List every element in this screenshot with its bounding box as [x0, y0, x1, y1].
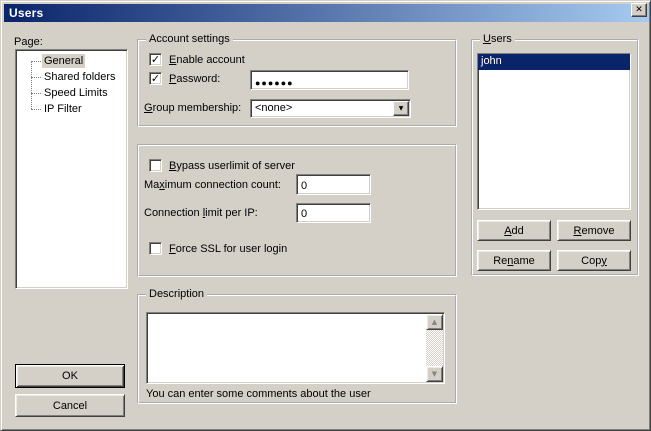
- users-group: Users john Add Remove Rename Copy: [471, 39, 639, 276]
- scroll-down-button[interactable]: ▼: [426, 366, 443, 382]
- description-title: Description: [146, 288, 207, 300]
- rename-button-label: Rename: [493, 255, 535, 267]
- group-membership-value: <none>: [251, 100, 392, 117]
- tree-item-speed-limits[interactable]: Speed Limits: [16, 85, 127, 101]
- users-dialog: Users ✕ Page: General Shared folders Spe…: [0, 0, 651, 431]
- enable-account-checkbox[interactable]: ✓: [149, 53, 162, 66]
- chevron-down-icon[interactable]: ▼: [393, 101, 409, 116]
- list-item-john[interactable]: john: [478, 54, 630, 70]
- cancel-button[interactable]: Cancel: [15, 394, 125, 417]
- titlebar: Users: [4, 4, 649, 22]
- checkmark-icon: ✓: [151, 73, 160, 84]
- tree-item-general[interactable]: General: [16, 53, 127, 69]
- page-tree: General Shared folders Speed Limits IP F…: [15, 49, 128, 289]
- enable-account-label: Enable account: [169, 54, 245, 66]
- ok-button[interactable]: OK: [15, 364, 125, 388]
- page-label: Page:: [14, 36, 43, 48]
- users-group-title: Users: [480, 33, 515, 45]
- tree-stub-icon: [31, 77, 41, 78]
- group-membership-label: Group membership:: [144, 102, 241, 114]
- users-listbox[interactable]: john: [477, 53, 631, 210]
- tree-item-label: Shared folders: [42, 70, 118, 84]
- group-membership-select[interactable]: <none> ▼: [250, 99, 411, 118]
- connection-limits-group: Bypass userlimit of server Maximum conne…: [137, 144, 457, 277]
- connection-per-ip-input[interactable]: [296, 203, 371, 223]
- copy-button-label: Copy: [581, 255, 607, 267]
- description-scrollbar[interactable]: ▲ ▼: [426, 314, 443, 382]
- tree-item-shared-folders[interactable]: Shared folders: [16, 69, 127, 85]
- remove-button[interactable]: Remove: [557, 220, 631, 241]
- window-title: Users: [4, 6, 43, 20]
- description-group: Description ▲ ▼ You can enter some comme…: [137, 294, 457, 404]
- tree-item-ip-filter[interactable]: IP Filter: [16, 101, 127, 117]
- copy-button[interactable]: Copy: [557, 250, 631, 271]
- password-checkbox[interactable]: ✓: [149, 72, 162, 85]
- scroll-up-button[interactable]: ▲: [426, 314, 443, 330]
- tree-stub-icon: [31, 93, 41, 94]
- add-button-label: Add: [504, 225, 524, 237]
- tree-item-label: Speed Limits: [42, 86, 110, 100]
- close-icon: ✕: [635, 5, 643, 15]
- add-button[interactable]: Add: [477, 220, 551, 241]
- bypass-userlimit-label: Bypass userlimit of server: [169, 160, 295, 172]
- checkmark-icon: ✓: [151, 54, 160, 65]
- password-label: Password:: [169, 73, 220, 85]
- max-connection-input[interactable]: [296, 174, 371, 195]
- remove-button-label: Remove: [574, 225, 615, 237]
- account-settings-title: Account settings: [146, 33, 233, 45]
- connection-per-ip-label: Connection limit per IP:: [144, 207, 258, 219]
- tree-item-label: General: [42, 54, 85, 68]
- description-caption: You can enter some comments about the us…: [146, 388, 371, 400]
- force-ssl-label: Force SSL for user login: [169, 243, 287, 255]
- tree-item-label: IP Filter: [42, 102, 84, 116]
- password-input[interactable]: [250, 70, 409, 90]
- bypass-userlimit-checkbox[interactable]: [149, 159, 162, 172]
- close-button[interactable]: ✕: [631, 3, 647, 17]
- arrow-up-icon: ▲: [432, 318, 437, 326]
- tree-stub-icon: [31, 61, 41, 62]
- description-textarea[interactable]: ▲ ▼: [146, 312, 445, 384]
- force-ssl-checkbox[interactable]: [149, 242, 162, 255]
- tree-stub-icon: [31, 109, 41, 110]
- arrow-down-icon: ▼: [432, 370, 437, 378]
- ok-button-label: OK: [62, 370, 78, 382]
- rename-button[interactable]: Rename: [477, 250, 551, 271]
- max-connection-label: Maximum connection count:: [144, 179, 281, 191]
- cancel-button-label: Cancel: [53, 400, 87, 412]
- account-settings-group: Account settings ✓ Enable account ✓ Pass…: [137, 39, 457, 127]
